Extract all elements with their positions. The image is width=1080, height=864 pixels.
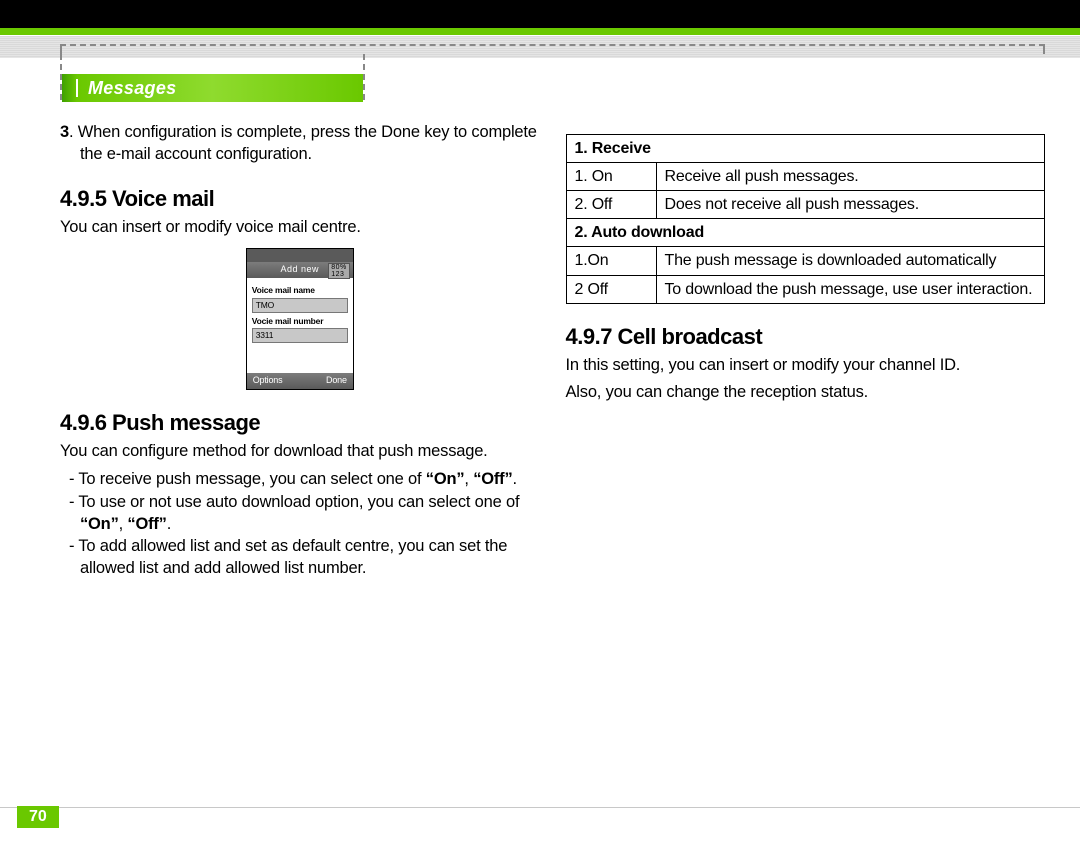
push-options-table: 1. Receive 1. On Receive all push messag… [566, 134, 1046, 304]
phone-softkey-left: Options [253, 375, 283, 387]
push-b2: - To use or not use auto download option… [60, 492, 540, 536]
phone-field-name: TMO [252, 298, 348, 313]
push-b1-mid: , [464, 470, 473, 488]
push-b1-on: “On” [426, 470, 465, 488]
push-b2-on: “On” [80, 515, 119, 533]
left-column: 3. When configuration is complete, press… [60, 120, 540, 824]
tbl-r1c2: Receive all push messages. [656, 163, 1045, 191]
tbl-r3c1: 1.On [566, 247, 656, 275]
voice-desc: You can insert or modify voice mail cent… [60, 217, 540, 239]
tbl-r3c2: The push message is downloaded automatic… [656, 247, 1045, 275]
tbl-r2c2: Does not receive all push messages. [656, 191, 1045, 219]
right-column: 1. Receive 1. On Receive all push messag… [566, 120, 1046, 824]
top-black-bar [0, 0, 1080, 28]
tbl-h2: 2. Auto download [566, 219, 1045, 247]
heading-cell-broadcast: 4.9.7 Cell broadcast [566, 322, 1046, 351]
tbl-r4c1: 2 Off [566, 275, 656, 303]
phone-title-text: Add new [280, 264, 319, 276]
phone-title-badge: 80% 123 [328, 263, 350, 279]
tbl-r2c1: 2. Off [566, 191, 656, 219]
page-number: 70 [17, 806, 59, 828]
push-desc: You can configure method for download th… [60, 441, 540, 463]
phone-status-bar [247, 249, 353, 262]
phone-body: Voice mail name TMO Vocie mail number 33… [247, 278, 353, 373]
top-green-bar [0, 28, 1080, 35]
phone-badge-top: 80% [331, 264, 347, 271]
footer-divider [0, 807, 1080, 808]
phone-title-bar: Add new 80% 123 [247, 262, 353, 278]
step3: 3. When configuration is complete, press… [60, 122, 540, 166]
phone-label-number: Vocie mail number [252, 316, 348, 327]
phone-mockup: Add new 80% 123 Voice mail name TMO Voci… [246, 248, 354, 390]
page-body: 3. When configuration is complete, press… [60, 120, 1045, 824]
push-b1-a: - To receive push message, you can selec… [69, 470, 426, 488]
push-b2-a: - To use or not use auto download option… [69, 493, 519, 511]
dashed-outline-top [60, 44, 1045, 54]
cell-p2: Also, you can change the reception statu… [566, 382, 1046, 404]
push-b1-end: . [513, 470, 517, 488]
phone-label-name: Voice mail name [252, 285, 348, 296]
push-b3: - To add allowed list and set as default… [60, 536, 540, 580]
tbl-r4c2: To download the push message, use user i… [656, 275, 1045, 303]
section-tab: Messages [62, 74, 363, 102]
step3-number: 3 [60, 123, 69, 141]
heading-push-message: 4.9.6 Push message [60, 408, 540, 437]
push-b1: - To receive push message, you can selec… [60, 469, 540, 491]
section-tab-vline [76, 79, 78, 97]
cell-p1: In this setting, you can insert or modif… [566, 355, 1046, 377]
phone-badge-bot: 123 [331, 271, 347, 278]
section-tab-label: Messages [88, 78, 176, 99]
phone-softkey-right: Done [326, 375, 347, 387]
push-b2-off: “Off” [127, 515, 166, 533]
phone-field-number: 3311 [252, 328, 348, 343]
step3-text: . When configuration is complete, press … [69, 123, 537, 163]
tbl-h1: 1. Receive [566, 135, 1045, 163]
heading-voice-mail: 4.9.5 Voice mail [60, 184, 540, 213]
phone-softkeys: Options Done [247, 373, 353, 389]
tbl-r1c1: 1. On [566, 163, 656, 191]
push-b1-off: “Off” [473, 470, 512, 488]
push-b2-end: . [167, 515, 171, 533]
